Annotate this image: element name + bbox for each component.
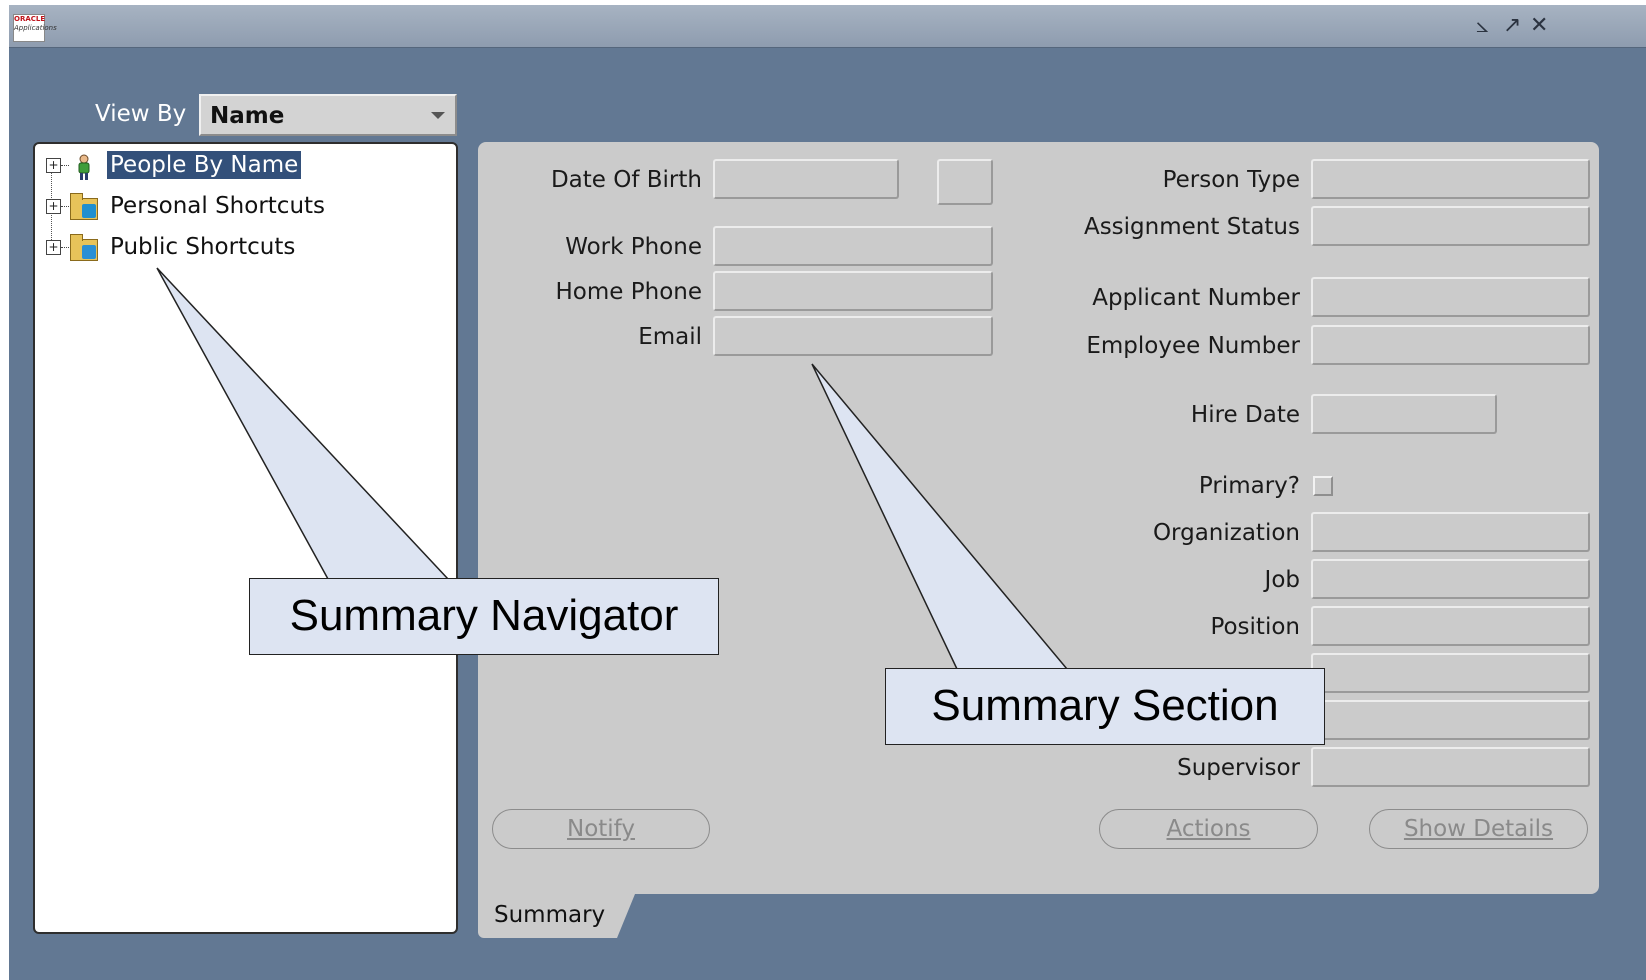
callout-summary-section: Summary Section	[885, 668, 1325, 745]
callout-pointers	[156, 267, 1069, 670]
callout-summary-navigator: Summary Navigator	[249, 578, 719, 655]
